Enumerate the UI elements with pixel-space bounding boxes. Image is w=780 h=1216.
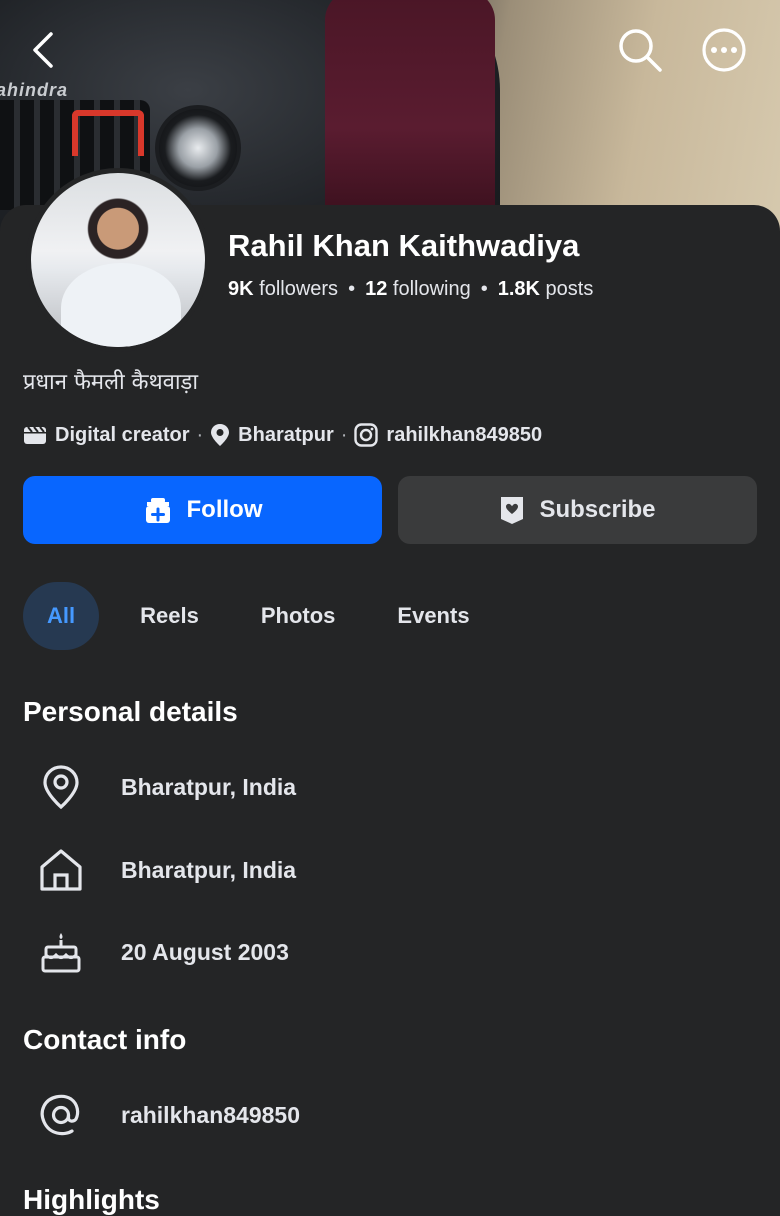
profile-tabs: All Reels Photos Events: [23, 582, 511, 650]
subscribe-button[interactable]: Subscribe: [398, 476, 757, 544]
profile-stats: 9K followers • 12 following • 1.8K posts: [228, 278, 594, 300]
car-brand-text: Mahindra: [0, 80, 69, 100]
tab-reels[interactable]: Reels: [119, 582, 220, 650]
profile-name: Rahil Khan Kaithwadiya: [228, 228, 580, 263]
follow-button[interactable]: Follow: [23, 476, 382, 544]
detail-row-birthday: 20 August 2003: [36, 927, 289, 977]
home-icon: [36, 845, 86, 895]
more-horizontal-icon: [702, 28, 746, 72]
profile-avatar[interactable]: [26, 168, 210, 352]
detail-row-hometown: Bharatpur, India: [36, 845, 296, 895]
birthday-cake-icon: [36, 927, 86, 977]
back-button[interactable]: [18, 24, 70, 76]
personal-details-heading: Personal details: [23, 696, 238, 727]
instagram-handle-link[interactable]: rahilkhan849850: [386, 424, 542, 447]
cover-person-graphic: [325, 0, 495, 220]
following-link[interactable]: 12 following: [365, 278, 471, 300]
highlights-heading: Highlights: [23, 1184, 160, 1215]
location-label[interactable]: Bharatpur: [238, 424, 334, 447]
tab-all[interactable]: All: [23, 582, 100, 650]
contact-info-heading: Contact info: [23, 1024, 187, 1055]
instagram-icon: [354, 423, 379, 447]
avatar-figure: [61, 263, 181, 347]
posts-count: 1.8K posts: [497, 278, 594, 300]
category-label: Digital creator: [55, 423, 190, 446]
contact-row-username: rahilkhan849850: [36, 1090, 300, 1140]
profile-meta-row: Digital creator · Bharatpur · rahilkhan8…: [23, 423, 542, 447]
subscribe-label: Subscribe: [539, 496, 656, 523]
add-friend-icon: [143, 496, 173, 524]
car-headlight: [155, 105, 241, 191]
followers-link[interactable]: 9K followers: [228, 278, 338, 300]
search-icon: [619, 29, 662, 72]
search-button[interactable]: [614, 24, 666, 76]
chevron-left-icon: [33, 32, 53, 68]
follow-label: Follow: [186, 496, 263, 523]
at-sign-icon: [36, 1090, 86, 1140]
tab-photos[interactable]: Photos: [240, 582, 357, 650]
more-options-button[interactable]: [698, 24, 750, 76]
location-pin-icon: [210, 423, 230, 447]
subscribe-badge-icon: [499, 495, 525, 525]
profile-bio: प्रधान फैमली कैथवाड़ा: [23, 370, 199, 395]
clapperboard-icon: [23, 425, 47, 445]
car-grille-trim: [72, 110, 144, 156]
detail-row-current-city: Bharatpur, India: [36, 762, 296, 812]
tab-events[interactable]: Events: [376, 582, 490, 650]
location-pin-icon: [36, 762, 86, 812]
